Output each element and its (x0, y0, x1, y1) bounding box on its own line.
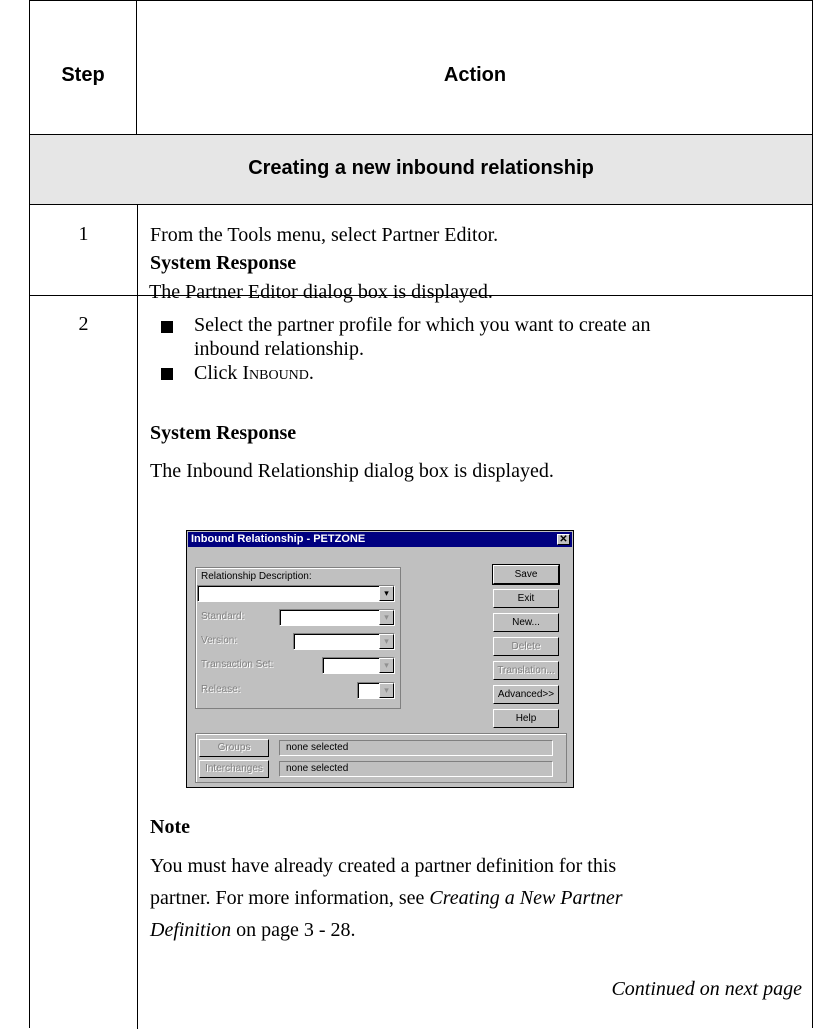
chevron-down-icon[interactable]: ▾ (379, 683, 394, 698)
bullet-icon (161, 368, 173, 380)
save-button[interactable]: Save (492, 564, 560, 585)
column-divider-2 (137, 296, 138, 1029)
step-1-instruction: From the Tools menu, select Partner Edit… (150, 224, 499, 246)
step-2-response-heading: System Response (150, 422, 297, 444)
help-button[interactable]: Help (493, 709, 559, 728)
dialog-title: Inbound Relationship - PETZONE (191, 533, 366, 545)
interchanges-status-field: none selected (279, 761, 553, 777)
groups-status-field: none selected (279, 740, 553, 756)
step-2-note-line-3: Definition on page 3 - 28. (150, 918, 356, 942)
step-2-note-line-2: partner. For more information, see Creat… (150, 886, 623, 910)
column-divider (137, 205, 138, 296)
step-2-note-heading: Note (150, 816, 190, 838)
procedure-table: Step Action Creating a new inbound relat… (29, 0, 813, 1029)
document-page: Step Action Creating a new inbound relat… (0, 0, 818, 1029)
groups-button[interactable]: Groups (199, 739, 269, 757)
step-2-response: The Inbound Relationship dialog box is d… (150, 460, 554, 482)
note-cross-reference: Creating a New Partner (429, 887, 623, 909)
exit-button[interactable]: Exit (493, 589, 559, 608)
bullet-icon (161, 321, 173, 333)
standard-label: Standard: (201, 611, 245, 622)
header-action-cell: Action (137, 1, 813, 135)
step-2-bullet-1-line-2: inbound relationship. (194, 338, 364, 360)
step-1-response: The Partner Editor dialog box is display… (149, 281, 493, 303)
chevron-down-icon[interactable]: ▾ (379, 634, 394, 649)
interchanges-button[interactable]: Interchanges (199, 760, 269, 778)
advanced-button[interactable]: Advanced>> (493, 685, 559, 704)
section-title: Creating a new inbound relationship (248, 157, 594, 179)
step-1-response-heading: System Response (150, 252, 297, 274)
section-banner: Creating a new inbound relationship (30, 135, 812, 205)
step-2-number: 2 (78, 313, 89, 335)
header-action-label: Action (443, 64, 507, 86)
note-text: partner. For more information, see (150, 887, 430, 909)
translation-button[interactable]: Translation... (493, 661, 559, 680)
step-2-note-line-1: You must have already created a partner … (150, 855, 617, 877)
step-2-bullet-2: Click Inbound. (194, 361, 314, 385)
header-step-cell: Step (30, 1, 137, 135)
continued-label: Continued on next page (611, 978, 802, 1000)
delete-button[interactable]: Delete (493, 637, 559, 656)
table-header-row: Step Action (30, 1, 812, 135)
version-label: Version: (201, 635, 238, 646)
relationship-description-combo[interactable] (197, 585, 395, 602)
close-icon[interactable]: ✕ (557, 534, 570, 545)
note-cross-reference-end: Definition (150, 919, 232, 941)
new-button[interactable]: New... (493, 613, 559, 632)
chevron-down-icon[interactable]: ▾ (379, 658, 394, 673)
inbound-relationship-dialog: Inbound Relationship - PETZONE ✕ Relatio… (186, 530, 574, 788)
standard-combo[interactable] (279, 609, 395, 626)
bullet-2-prefix: Click (194, 362, 243, 384)
transaction-set-label: Transaction Set: (201, 659, 274, 670)
bullet-2-suffix: . (308, 362, 314, 384)
inbound-button-reference: Inbound (242, 362, 309, 384)
release-label: Release: (201, 684, 241, 695)
relationship-description-label: Relationship Description: (201, 571, 312, 582)
dialog-title-bar: Inbound Relationship - PETZONE ✕ (188, 532, 572, 547)
chevron-down-icon[interactable]: ▾ (379, 610, 394, 625)
header-step-label: Step (61, 64, 105, 86)
step-2-bullet-1-line-1: Select the partner profile for which you… (194, 314, 651, 336)
chevron-down-icon[interactable]: ▾ (379, 586, 394, 601)
step-1-number: 1 (78, 223, 89, 245)
note-page-reference: on page 3 - 28. (231, 919, 356, 941)
